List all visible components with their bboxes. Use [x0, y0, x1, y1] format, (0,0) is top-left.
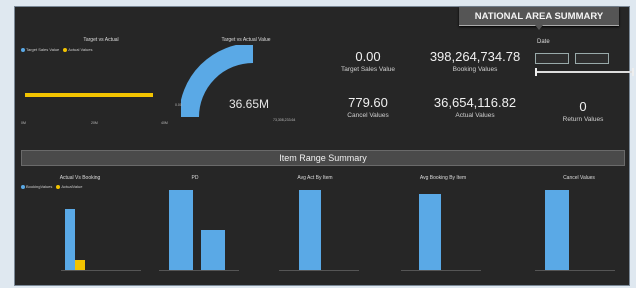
- kpi-cancel: 779.60 Cancel Values: [347, 95, 389, 119]
- gauge-chart[interactable]: [181, 45, 271, 125]
- date-slider-start-handle[interactable]: [535, 68, 537, 76]
- chart-baseline: [535, 270, 615, 271]
- gauge-title: Target vs Actual Value: [221, 37, 271, 43]
- chart-bar[interactable]: [299, 190, 321, 270]
- gauge-min-label: 0.00: [175, 103, 182, 107]
- date-label: Date: [537, 39, 550, 45]
- bar-actual[interactable]: [75, 260, 85, 270]
- chart-bar[interactable]: [169, 190, 193, 270]
- target-vs-actual-legend: Target Sales Value Actual Values: [21, 47, 92, 52]
- chart-bar[interactable]: [419, 194, 441, 270]
- gauge-value: 36.65M: [229, 97, 270, 111]
- date-slider-end-handle[interactable]: [632, 68, 634, 76]
- actual-vs-booking-title: Actual Vs Booking: [59, 175, 101, 181]
- chart-baseline: [159, 270, 239, 271]
- dashboard-frame: NATIONAL AREA SUMMARY Target vs Actual T…: [14, 6, 634, 286]
- date-slider-track[interactable]: [537, 71, 633, 73]
- kpi-return: 0 Return Values: [562, 99, 604, 123]
- chart-bar[interactable]: [545, 190, 569, 270]
- target-vs-actual-title: Target vs Actual: [83, 37, 119, 43]
- avg-booking-by-item-title: Avg Booking By Item: [419, 175, 467, 181]
- kpi-booking: 398,264,734.78 Booking Values: [429, 49, 521, 73]
- kpi-actual: 36,654,116.82 Actual Values: [433, 95, 517, 119]
- date-start-input[interactable]: [535, 53, 569, 64]
- pd-title: PD: [191, 175, 199, 181]
- cancel-values-title: Cancel Values: [563, 175, 595, 181]
- bar-booking[interactable]: [65, 209, 75, 270]
- chart-baseline: [61, 270, 141, 271]
- date-end-input[interactable]: [575, 53, 609, 64]
- actual-value-bar[interactable]: [25, 93, 153, 97]
- avg-act-by-item-title: Avg Act By Item: [297, 175, 333, 181]
- chart-bar[interactable]: [201, 230, 225, 270]
- gauge-max-label: 73,308,233.64: [273, 118, 296, 122]
- chart-baseline: [279, 270, 359, 271]
- report-title: NATIONAL AREA SUMMARY: [459, 7, 619, 30]
- kpi-target-sales: 0.00 Target Sales Value: [340, 49, 396, 73]
- item-range-summary-header: Item Range Summary: [21, 150, 625, 166]
- actual-vs-booking-legend: BookingValues ActualValue: [21, 184, 82, 189]
- chart-baseline: [401, 270, 481, 271]
